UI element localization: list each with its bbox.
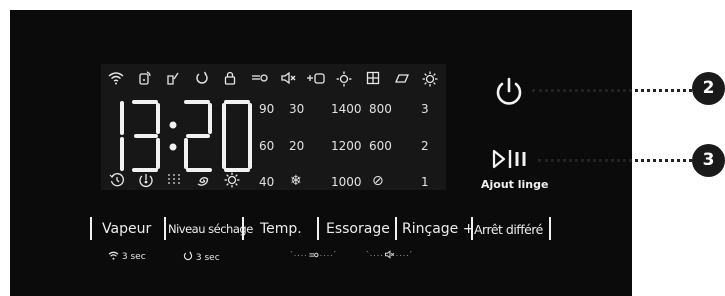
gear-icon — [420, 71, 440, 87]
mute-combo-hint: `···· ····´ — [366, 250, 413, 260]
button-divider — [549, 217, 551, 240]
button-divider — [164, 217, 166, 240]
power-small-hint-icon — [183, 251, 193, 261]
key-small-icon — [308, 252, 319, 258]
temp-value: 30 — [289, 102, 305, 116]
remote-icon — [135, 71, 155, 85]
button-divider — [90, 217, 92, 240]
spin-value: 1000 — [331, 175, 362, 189]
vapeur-button[interactable]: Vapeur — [102, 220, 151, 239]
ajout-linge-label: Ajout linge — [481, 178, 549, 191]
spin-value: 600 — [369, 139, 392, 153]
temp-button[interactable]: Temp. — [260, 220, 302, 239]
power-button[interactable] — [492, 75, 526, 109]
callout-3: 3 — [692, 144, 725, 177]
wifi-hold-text: 3 sec — [121, 252, 146, 262]
clock-display — [120, 100, 252, 172]
temp-value: 60 — [259, 139, 275, 153]
delay-start-icon — [107, 172, 127, 188]
button-divider — [317, 217, 319, 240]
grid-icon — [363, 71, 383, 85]
drying-icon — [392, 71, 412, 85]
button-divider — [471, 217, 473, 240]
essorage-button[interactable]: Essorage — [326, 220, 390, 239]
spin-value: 1200 — [331, 139, 362, 153]
button-divider — [242, 217, 244, 240]
plus-drop-icon — [306, 71, 326, 85]
callout-leader-2 — [532, 89, 692, 92]
mute-small-icon — [384, 250, 394, 259]
arret-differe-button[interactable]: Arrêt différé — [474, 220, 543, 239]
sun-icon — [334, 71, 354, 87]
temp-value: 20 — [289, 139, 305, 153]
niveau-sechage-button[interactable]: Niveau séchage — [168, 220, 253, 239]
dots-grid-icon — [164, 172, 184, 186]
steam-icon — [163, 71, 183, 85]
cold-wash-icon: ❄ — [290, 173, 302, 189]
power-icon — [496, 77, 522, 105]
power-hold-text: 3 sec — [195, 253, 220, 263]
spiral-icon — [193, 172, 213, 188]
temp-value: 40 — [259, 175, 275, 189]
play-pause-button[interactable] — [490, 148, 530, 170]
wifi-icon — [106, 71, 126, 85]
rincage-button[interactable]: Rinçage + — [402, 220, 474, 239]
callout-leader-3 — [538, 159, 692, 162]
spin-value: 800 — [369, 102, 392, 116]
mute-icon — [279, 71, 299, 85]
wifi-small-icon — [108, 251, 119, 260]
key-icon — [250, 71, 270, 85]
temp-value: 90 — [259, 102, 275, 116]
power-small-icon — [192, 71, 212, 85]
wifi-hold-hint: 3 sec — [108, 251, 146, 262]
spin-value: 1400 — [331, 102, 362, 116]
callout-2: 2 — [692, 72, 725, 105]
lock-combo-hint: `···· ····´ — [290, 250, 337, 260]
rinse-value: 1 — [421, 175, 429, 189]
no-spin-icon: ⊘ — [372, 173, 384, 189]
sun-small-icon — [222, 172, 242, 188]
button-divider — [395, 217, 397, 240]
play-pause-icon — [492, 149, 526, 169]
lock-icon — [220, 71, 240, 85]
rinse-value: 3 — [421, 102, 429, 116]
timer-icon — [136, 172, 156, 188]
rinse-value: 2 — [421, 139, 429, 153]
power-hold-hint: 3 sec — [183, 251, 220, 263]
